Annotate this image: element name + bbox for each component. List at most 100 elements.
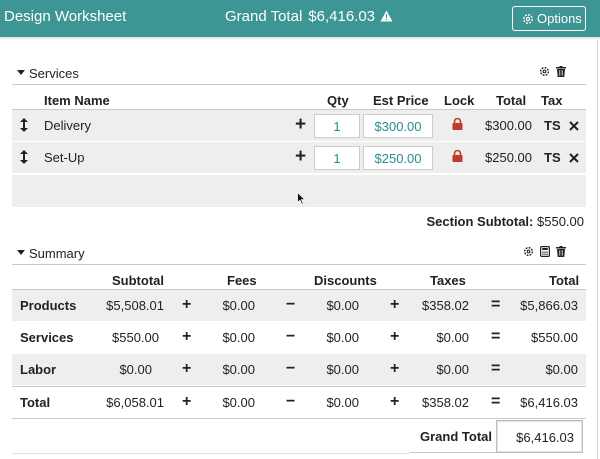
add-option-button[interactable]: + — [295, 147, 306, 166]
lock-icon[interactable] — [452, 149, 463, 165]
summary-total: $550.00 — [531, 330, 578, 345]
plus-operator: + — [390, 360, 400, 377]
col-subtotal: Subtotal — [112, 273, 164, 288]
service-item-name: Delivery — [44, 118, 91, 133]
minus-operator: − — [286, 393, 296, 410]
calculator-icon[interactable] — [540, 246, 551, 258]
gear-icon[interactable] — [523, 246, 534, 257]
tax-code[interactable]: TS — [544, 150, 561, 165]
service-total: $300.00 — [485, 118, 532, 133]
col-item-name: Item Name — [44, 93, 110, 108]
summary-section-header: Summary — [12, 243, 586, 265]
summary-discounts: $0.00 — [326, 298, 359, 313]
col-total: Total — [496, 93, 527, 108]
plus-operator: + — [182, 393, 192, 410]
summary-row: Services $550.00 + $0.00 − $0.00 + $0.00… — [12, 322, 586, 354]
summary-row: Labor $0.00 + $0.00 − $0.00 + $0.00 = $0… — [12, 354, 586, 386]
grand-total-row: Grand Total $6,416.03 — [12, 420, 586, 459]
minus-operator: − — [286, 360, 296, 377]
summary-fees: $0.00 — [222, 395, 255, 410]
plus-operator: + — [182, 296, 192, 313]
plus-operator: + — [182, 360, 192, 377]
est-price-input[interactable]: $300.00 — [363, 114, 433, 138]
header-grand-total-label: Grand Total — [225, 8, 303, 25]
summary-subtotal: $6,058.01 — [106, 395, 164, 410]
gear-icon[interactable] — [539, 66, 550, 77]
summary-fees: $0.00 — [222, 362, 255, 377]
col-tax: Tax — [541, 93, 563, 108]
drag-handle-icon[interactable] — [20, 150, 28, 167]
add-option-button[interactable]: + — [295, 115, 306, 134]
right-scroll-edge — [597, 40, 598, 459]
options-label: Options — [537, 11, 582, 26]
est-price-input[interactable]: $250.00 — [363, 146, 433, 170]
mouse-cursor-icon — [297, 191, 306, 208]
summary-row-label: Total — [20, 395, 51, 410]
summary-total: $5,866.03 — [520, 298, 578, 313]
qty-input[interactable]: 1 — [314, 114, 360, 138]
minus-operator: − — [286, 296, 296, 313]
summary-fees: $0.00 — [222, 298, 255, 313]
plus-operator: + — [390, 393, 400, 410]
col-taxes: Taxes — [430, 273, 466, 288]
collapse-caret-icon[interactable] — [17, 250, 25, 255]
section-subtotal-value: $550.00 — [537, 214, 584, 229]
summary-subtotal: $0.00 — [119, 362, 152, 377]
services-section-title: Services — [29, 66, 79, 81]
summary-total: $0.00 — [545, 362, 578, 377]
close-icon[interactable] — [569, 151, 579, 166]
summary-row-label: Products — [20, 298, 77, 313]
summary-column-headers: Subtotal Fees Discounts Taxes Total — [12, 272, 586, 290]
summary-subtotal: $550.00 — [112, 330, 159, 345]
equals-operator: = — [491, 296, 501, 313]
service-total: $250.00 — [485, 150, 532, 165]
summary-taxes: $0.00 — [436, 330, 469, 345]
worksheet-title: Design Worksheet — [4, 8, 127, 25]
plus-operator: + — [182, 328, 192, 345]
col-lock: Lock — [444, 93, 475, 108]
drag-handle-icon[interactable] — [20, 118, 28, 135]
close-icon[interactable] — [569, 119, 579, 134]
summary-discounts: $0.00 — [326, 362, 359, 377]
header-bar: Design Worksheet Grand Total $6,416.03 Op… — [0, 0, 600, 37]
summary-taxes: $0.00 — [436, 362, 469, 377]
summary-row-label: Services — [20, 330, 74, 345]
gear-icon — [523, 14, 533, 24]
col-fees: Fees — [227, 273, 257, 288]
lock-icon[interactable] — [452, 117, 463, 133]
col-qty: Qty — [327, 93, 349, 108]
minus-operator: − — [286, 328, 296, 345]
summary-row-label: Labor — [20, 362, 57, 377]
col-est-price: Est Price — [373, 93, 429, 108]
trash-icon[interactable] — [556, 246, 566, 257]
header-grand-total-value: $6,416.03 — [308, 8, 376, 25]
service-item-name: Set-Up — [44, 150, 85, 165]
summary-discounts: $0.00 — [326, 330, 359, 345]
summary-section-title: Summary — [29, 246, 85, 261]
header-grand-total: Grand Total $6,416.03 — [225, 8, 393, 26]
warning-icon[interactable] — [380, 9, 393, 26]
summary-fees: $0.00 — [222, 330, 255, 345]
tax-code[interactable]: TS — [544, 118, 561, 133]
summary-taxes: $358.02 — [422, 395, 469, 410]
summary-total-row: Total $6,058.01 + $0.00 − $0.00 + $358.0… — [12, 386, 586, 419]
services-section-header: Services — [12, 63, 586, 85]
equals-operator: = — [491, 328, 501, 345]
summary-discounts: $0.00 — [326, 395, 359, 410]
qty-input[interactable]: 1 — [314, 146, 360, 170]
trash-icon[interactable] — [556, 66, 566, 77]
service-row: Set-Up + 1 $250.00 $250.00 TS — [12, 142, 586, 174]
options-button[interactable]: Options — [512, 6, 586, 31]
equals-operator: = — [491, 393, 501, 410]
summary-subtotal: $5,508.01 — [106, 298, 164, 313]
service-row: Delivery + 1 $300.00 $300.00 TS — [12, 110, 586, 142]
collapse-caret-icon[interactable] — [17, 70, 25, 75]
plus-operator: + — [390, 328, 400, 345]
section-subtotal: Section Subtotal: $550.00 — [426, 214, 584, 229]
header-shadow — [0, 37, 600, 40]
services-column-headers: Item Name Qty Est Price Lock Total Tax — [12, 92, 586, 110]
summary-total: $6,416.03 — [520, 395, 578, 410]
plus-operator: + — [390, 296, 400, 313]
col-total: Total — [549, 273, 580, 288]
grand-total-value: $6,416.03 — [496, 420, 583, 453]
